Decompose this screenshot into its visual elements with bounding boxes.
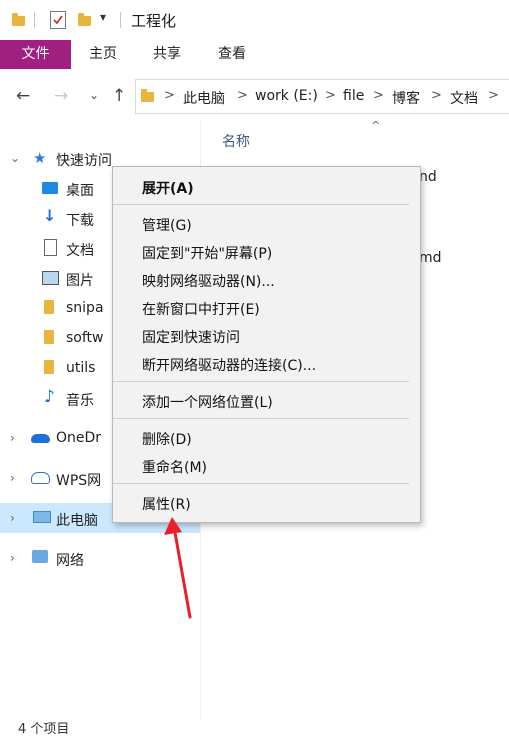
window-title: 工程化 (131, 12, 177, 30)
expand-chevron-icon[interactable]: › (10, 511, 15, 525)
menu-item-rename[interactable]: 重命名(M) (142, 457, 207, 477)
ribbon (0, 40, 509, 70)
breadcrumb-separator[interactable]: > (431, 88, 442, 103)
file-name-partial[interactable]: nd (419, 169, 437, 185)
forward-arrow-icon[interactable]: → (54, 86, 68, 106)
divider (120, 12, 121, 28)
up-arrow-icon[interactable]: ↑ (112, 86, 126, 106)
folder-icon (44, 300, 54, 314)
expand-chevron-icon[interactable]: › (10, 471, 15, 485)
breadcrumb-separator[interactable]: > (237, 88, 248, 103)
star-icon: ★ (33, 149, 47, 167)
customize-toolbar-icon[interactable]: ▾ (100, 10, 106, 24)
tab-share[interactable]: 共享 (153, 40, 181, 69)
wps-cloud-icon (31, 472, 50, 484)
tree-item-downloads[interactable]: 下载 (66, 210, 94, 230)
breadcrumb-separator[interactable]: > (488, 88, 499, 103)
sort-ascending-icon: ^ (371, 119, 381, 132)
menu-item-map-drive[interactable]: 映射网络驱动器(N)... (142, 271, 275, 291)
breadcrumb-this-pc[interactable]: 此电脑 (183, 88, 225, 108)
status-item-count: 4 个项目 (18, 722, 70, 737)
menu-item-pin-start[interactable]: 固定到"开始"屏幕(P) (142, 243, 272, 263)
tree-item-this-pc[interactable]: 此电脑 (56, 510, 98, 530)
menu-separator (113, 204, 409, 205)
tree-item-pictures[interactable]: 图片 (66, 270, 94, 290)
tree-item-desktop[interactable]: 桌面 (66, 180, 94, 200)
menu-item-pin-quick-access[interactable]: 固定到快速访问 (142, 327, 240, 347)
pictures-icon (42, 271, 59, 285)
menu-separator (113, 381, 409, 382)
tree-item-folder[interactable]: snipa (66, 300, 104, 316)
folder-icon (12, 13, 25, 26)
network-icon (32, 550, 48, 563)
tree-item-wps[interactable]: WPS网 (56, 470, 101, 490)
tree-item-music[interactable]: 音乐 (66, 390, 94, 410)
title-bar (0, 0, 509, 40)
tree-item-quick-access[interactable]: 快速访问 (56, 150, 112, 170)
download-arrow-icon: ↓ (43, 206, 57, 225)
menu-item-manage[interactable]: 管理(G) (142, 215, 192, 235)
folder-icon (141, 89, 154, 102)
menu-item-open-new-window[interactable]: 在新窗口中打开(E) (142, 299, 260, 319)
properties-check-icon[interactable] (50, 11, 66, 29)
desktop-icon (42, 182, 58, 194)
tree-item-onedrive[interactable]: OneDr (56, 430, 101, 446)
folder-icon (44, 360, 54, 374)
file-name-partial[interactable]: md (419, 250, 442, 266)
folder-icon (44, 330, 54, 344)
context-menu: 展开(A) 管理(G) 固定到"开始"屏幕(P) 映射网络驱动器(N)... 在… (112, 166, 421, 523)
recent-locations-icon[interactable]: ⌄ (89, 88, 99, 102)
tree-item-network[interactable]: 网络 (56, 550, 84, 570)
new-folder-icon[interactable] (78, 13, 91, 26)
menu-separator (113, 483, 409, 484)
music-note-icon: ♪ (44, 387, 55, 407)
expand-chevron-icon[interactable]: › (10, 431, 15, 445)
breadcrumb-docs[interactable]: 文档 (450, 88, 478, 108)
back-arrow-icon[interactable]: ← (16, 86, 30, 106)
tree-item-documents[interactable]: 文档 (66, 240, 94, 260)
breadcrumb-separator[interactable]: > (325, 88, 336, 103)
expand-chevron-icon[interactable]: › (10, 551, 15, 565)
document-icon (44, 239, 57, 256)
menu-item-add-network-location[interactable]: 添加一个网络位置(L) (142, 392, 273, 412)
computer-icon (33, 511, 51, 523)
breadcrumb-file[interactable]: file (343, 88, 364, 104)
breadcrumb-drive[interactable]: work (E:) (255, 88, 318, 104)
menu-item-delete[interactable]: 删除(D) (142, 429, 192, 449)
tree-item-folder[interactable]: utils (66, 360, 95, 376)
tab-home[interactable]: 主页 (89, 40, 117, 69)
cloud-icon (31, 434, 50, 443)
menu-item-expand[interactable]: 展开(A) (142, 178, 194, 198)
annotation-arrow-icon (164, 517, 192, 619)
column-header-name[interactable]: 名称 (222, 131, 250, 151)
breadcrumb-separator[interactable]: > (164, 88, 175, 103)
tab-view[interactable]: 查看 (218, 40, 246, 69)
breadcrumb-blog[interactable]: 博客 (392, 88, 420, 108)
tree-item-folder[interactable]: softw (66, 330, 103, 346)
tab-file[interactable]: 文件 (0, 40, 71, 69)
menu-item-disconnect-drive[interactable]: 断开网络驱动器的连接(C)... (142, 355, 316, 375)
breadcrumb-separator[interactable]: > (373, 88, 384, 103)
divider (34, 12, 35, 28)
menu-separator (113, 418, 409, 419)
collapse-chevron-icon[interactable]: ⌄ (10, 151, 20, 165)
